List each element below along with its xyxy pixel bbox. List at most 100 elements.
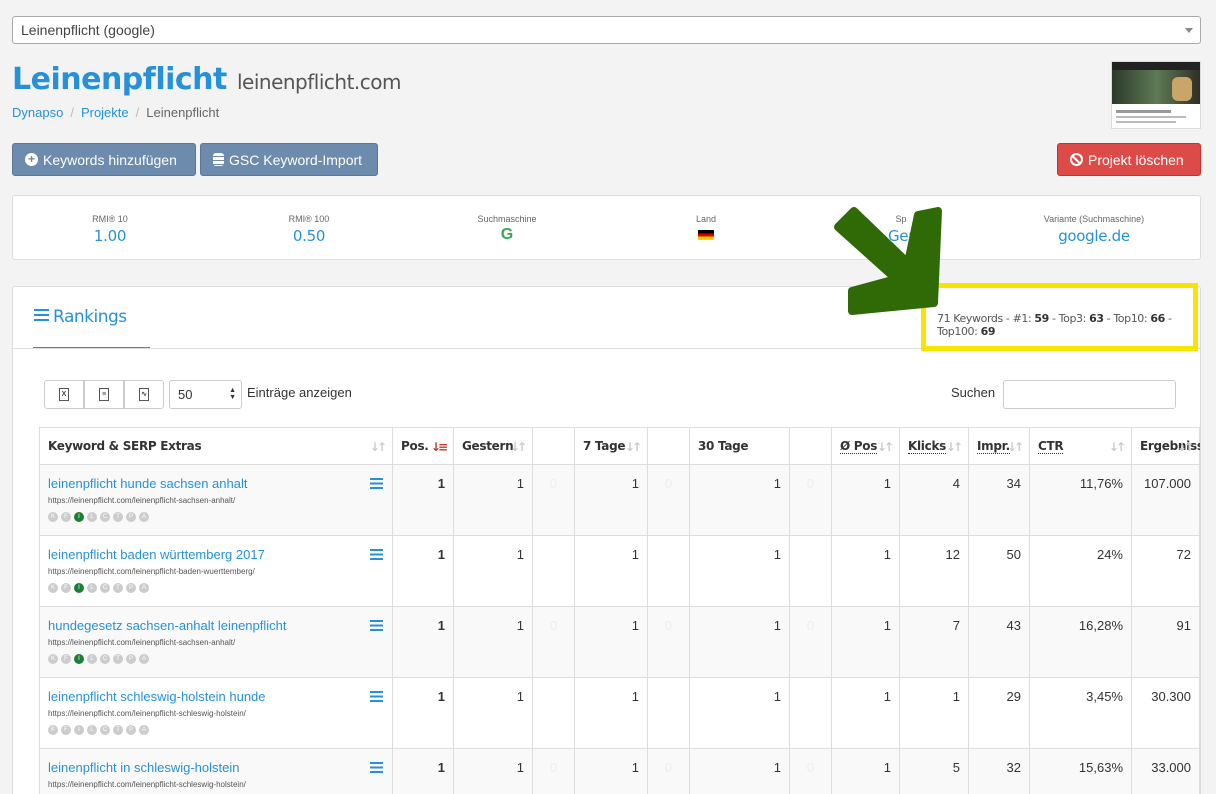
serp-feature-icon: P	[126, 512, 136, 522]
delta-30-cell: 0	[789, 748, 832, 794]
serp-feature-icon: F	[61, 654, 71, 664]
col-keyword[interactable]: Keyword & SERP Extras ↓↑	[39, 427, 393, 465]
serp-feature-icon: P	[126, 654, 136, 664]
rankings-tab[interactable]: Rankings	[34, 307, 127, 327]
col-ctr[interactable]: CTR ↓↑	[1029, 427, 1132, 465]
search-label: Suchen	[951, 385, 996, 400]
stat-search-engine: Suchmaschine G	[477, 214, 537, 243]
serp-feature-icon: K	[48, 583, 58, 593]
serp-feature-icon: K	[48, 725, 58, 735]
list-icon	[34, 309, 49, 323]
csv-export-button[interactable]: ≡	[84, 380, 124, 409]
serp-feature-icon: I	[74, 725, 84, 735]
col-pos[interactable]: Pos. ↓≡	[392, 427, 454, 465]
serp-feature-icon: A	[139, 654, 149, 664]
text-file-icon: ≡	[99, 388, 109, 401]
opos-cell: 1	[831, 535, 900, 607]
table-row[interactable]: leinenpflicht baden württemberg 2017 http…	[39, 535, 1200, 607]
opos-cell: 1	[831, 606, 900, 678]
col-impr[interactable]: Impr. ↓↑	[968, 427, 1030, 465]
serp-feature-icon: L	[87, 725, 97, 735]
klicks-cell: 5	[899, 748, 969, 794]
col-klicks[interactable]: Klicks ↓↑	[899, 427, 969, 465]
col-ergebnisse[interactable]: Ergebnisse↓↑	[1131, 427, 1200, 465]
serp-list-icon[interactable]	[370, 478, 383, 489]
keyword-cell: leinenpflicht hunde sachsen anhalt https:…	[39, 464, 393, 536]
table-row[interactable]: leinenpflicht hunde sachsen anhalt https:…	[39, 464, 1200, 536]
keyword-link[interactable]: leinenpflicht in schleswig-holstein	[48, 760, 384, 775]
ranking-url: https://leinenpflicht.com/leinenpflicht-…	[48, 780, 246, 789]
col-opos[interactable]: Ø Pos ↓↑	[831, 427, 900, 465]
project-domain: leinenpflicht.com	[236, 70, 402, 94]
keyword-cell: leinenpflicht baden württemberg 2017 http…	[39, 535, 393, 607]
project-select[interactable]: Leinenpflicht (google)	[12, 16, 1201, 44]
opos-cell: 1	[831, 677, 900, 749]
serp-list-icon[interactable]	[370, 549, 383, 560]
ctr-cell: 15,63%	[1029, 748, 1132, 794]
table-row[interactable]: hundegesetz sachsen-anhalt leinenpflicht…	[39, 606, 1200, 678]
breadcrumb-current: Leinenpflicht	[146, 105, 220, 120]
table-row[interactable]: leinenpflicht in schleswig-holstein https…	[39, 748, 1200, 794]
pdf-export-button[interactable]: ∿	[124, 380, 164, 409]
excel-export-button[interactable]: X	[44, 380, 84, 409]
table-row[interactable]: leinenpflicht schleswig-holstein hunde ht…	[39, 677, 1200, 749]
ctr-cell: 3,45%	[1029, 677, 1132, 749]
add-keywords-label: Keywords hinzufügen	[43, 151, 177, 168]
klicks-cell: 7	[899, 606, 969, 678]
delta-1-cell: 0	[532, 464, 575, 536]
stat-rmi100: RMI® 100 0.50	[288, 214, 330, 245]
gsc-import-button[interactable]: GSC Keyword-Import	[200, 143, 378, 176]
export-buttons: X ≡ ∿	[44, 380, 164, 409]
delta-7-cell: 0	[647, 606, 690, 678]
ergebnisse-cell: 91	[1131, 606, 1200, 678]
klicks-cell: 4	[899, 464, 969, 536]
serp-feature-icon: I	[74, 654, 84, 664]
ranking-url: https://leinenpflicht.com/leinenpflicht-…	[48, 709, 246, 718]
keyword-link[interactable]: leinenpflicht schleswig-holstein hunde	[48, 689, 384, 704]
add-keywords-button[interactable]: + Keywords hinzufügen	[12, 143, 196, 176]
website-thumbnail[interactable]	[1111, 61, 1201, 129]
serp-feature-icon: F	[61, 512, 71, 522]
breadcrumb-dynapso[interactable]: Dynapso	[12, 105, 63, 120]
ergebnisse-cell: 33.000	[1131, 748, 1200, 794]
serp-list-icon[interactable]	[370, 691, 383, 702]
pos-cell: 1	[392, 748, 454, 794]
keyword-link[interactable]: leinenpflicht baden württemberg 2017	[48, 547, 384, 562]
germany-flag-icon	[698, 230, 714, 240]
breadcrumb-projekte[interactable]: Projekte	[81, 105, 129, 120]
tage30-cell: 1	[689, 748, 790, 794]
keyword-cell: leinenpflicht in schleswig-holstein https…	[39, 748, 393, 794]
ranking-url: https://leinenpflicht.com/leinenpflicht-…	[48, 496, 236, 505]
col-gestern[interactable]: Gestern ↓↑	[453, 427, 533, 465]
sort-desc-icon: ↓≡	[430, 440, 448, 454]
serp-feature-icon: T	[113, 512, 123, 522]
serp-features: KFILCTPA	[48, 654, 384, 664]
tage7-cell: 1	[574, 677, 648, 749]
sort-icon: ↓↑	[1108, 440, 1126, 454]
chevron-down-icon	[1185, 28, 1193, 33]
tage30-cell: 1	[689, 464, 790, 536]
serp-list-icon[interactable]	[370, 762, 383, 773]
serp-features: KFILCTPA	[48, 583, 384, 593]
entries-select[interactable]: 50 ▲ ▼	[169, 380, 242, 409]
delta-7-cell: 0	[647, 748, 690, 794]
keyword-link[interactable]: hundegesetz sachsen-anhalt leinenpflicht	[48, 618, 384, 633]
impr-cell: 50	[968, 535, 1030, 607]
search-input[interactable]	[1003, 380, 1176, 409]
gestern-cell: 1	[453, 535, 533, 607]
ban-icon	[1070, 153, 1083, 166]
serp-feature-icon: T	[113, 654, 123, 664]
project-stats-bar: RMI® 10 1.00 RMI® 100 0.50 Suchmaschine …	[12, 195, 1201, 260]
ranking-url: https://leinenpflicht.com/leinenpflicht-…	[48, 567, 255, 576]
highlight-box	[921, 283, 1198, 351]
arrow-annotation-icon	[834, 207, 942, 315]
serp-feature-icon: P	[126, 725, 136, 735]
ergebnisse-cell: 107.000	[1131, 464, 1200, 536]
keyword-link[interactable]: leinenpflicht hunde sachsen anhalt	[48, 476, 384, 491]
opos-cell: 1	[831, 748, 900, 794]
delete-project-button[interactable]: Projekt löschen	[1057, 143, 1201, 176]
tage7-cell: 1	[574, 535, 648, 607]
col-30tage[interactable]: 30 Tage	[689, 427, 790, 465]
serp-list-icon[interactable]	[370, 620, 383, 631]
col-7tage[interactable]: 7 Tage ↓↑	[574, 427, 648, 465]
